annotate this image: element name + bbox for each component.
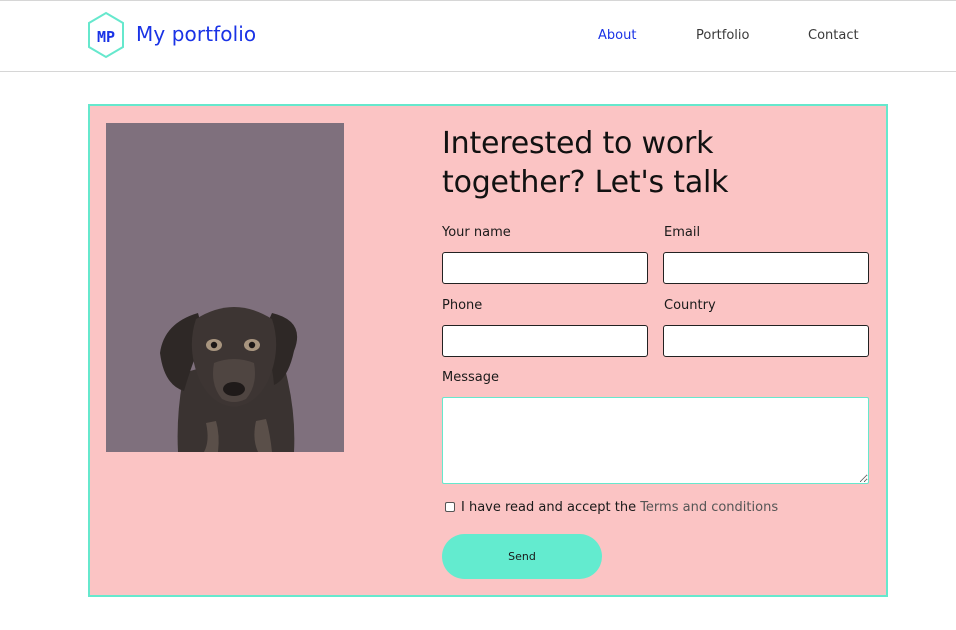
- message-label: Message: [442, 370, 499, 385]
- email-input[interactable]: [663, 252, 869, 284]
- country-input[interactable]: [663, 325, 869, 357]
- hexagon-logo-icon: MP: [88, 11, 124, 59]
- nav-portfolio[interactable]: Portfolio: [696, 28, 749, 43]
- email-label: Email: [664, 225, 701, 240]
- page: MP My portfolio About Portfolio Contact: [0, 0, 956, 630]
- puppy-photo: [106, 123, 344, 452]
- phone-input[interactable]: [442, 325, 648, 357]
- message-textarea[interactable]: [442, 397, 869, 484]
- country-label: Country: [664, 298, 716, 313]
- send-button[interactable]: Send: [442, 534, 602, 579]
- logo-link[interactable]: MP: [86, 11, 126, 59]
- name-label: Your name: [442, 225, 511, 240]
- nav-about[interactable]: About: [598, 28, 636, 43]
- terms-link[interactable]: Terms and conditions: [640, 500, 778, 515]
- contact-heading: Interested to work together? Let's talk: [442, 126, 729, 200]
- contact-panel: Interested to work together? Let's talk …: [88, 104, 888, 597]
- terms-text: I have read and accept the: [461, 500, 641, 515]
- brand-title[interactable]: My portfolio: [136, 22, 256, 46]
- phone-label: Phone: [442, 298, 483, 313]
- nav-contact[interactable]: Contact: [808, 28, 859, 43]
- terms-checkbox[interactable]: [445, 502, 455, 512]
- terms-label: I have read and accept the Terms and con…: [461, 500, 778, 515]
- puppy-image: [106, 123, 344, 452]
- logo-text: MP: [97, 28, 115, 46]
- name-input[interactable]: [442, 252, 648, 284]
- site-header: MP My portfolio About Portfolio Contact: [0, 0, 956, 72]
